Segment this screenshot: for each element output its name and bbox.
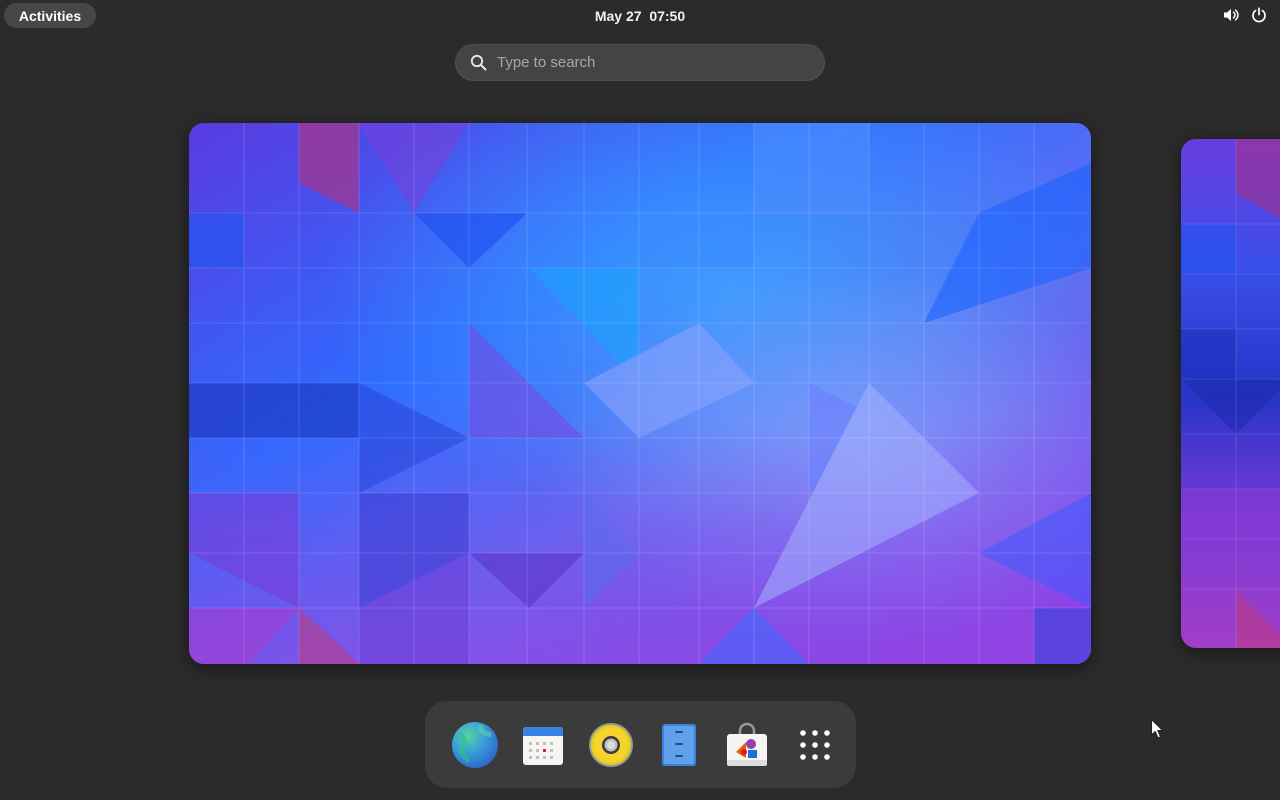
- system-tray[interactable]: [1222, 6, 1268, 24]
- clock-container: May 27 07:50: [0, 0, 1280, 32]
- search-input[interactable]: [497, 47, 824, 78]
- activities-button[interactable]: Activities: [4, 3, 96, 28]
- wallpaper-image: [1181, 139, 1280, 648]
- software-store-icon[interactable]: [713, 711, 781, 779]
- search-icon: [468, 53, 488, 73]
- dash: [425, 701, 856, 788]
- file-manager-icon[interactable]: [645, 711, 713, 779]
- show-apps-grid-icon[interactable]: [781, 711, 849, 779]
- date-time-display[interactable]: May 27 07:50: [595, 8, 685, 24]
- top-bar: Activities May 27 07:50: [0, 0, 1280, 32]
- calendar-icon[interactable]: [509, 711, 577, 779]
- rhythmbox-speaker-icon[interactable]: [577, 711, 645, 779]
- power-icon[interactable]: [1250, 6, 1268, 24]
- mouse-pointer-icon: [1150, 718, 1164, 739]
- workspace-thumbnail-active[interactable]: [189, 123, 1091, 664]
- workspace-thumbnail-next[interactable]: [1181, 139, 1280, 648]
- wallpaper-image: [189, 123, 1091, 664]
- web-browser-icon[interactable]: [441, 711, 509, 779]
- search-entry[interactable]: [455, 44, 825, 81]
- volume-icon[interactable]: [1222, 6, 1240, 24]
